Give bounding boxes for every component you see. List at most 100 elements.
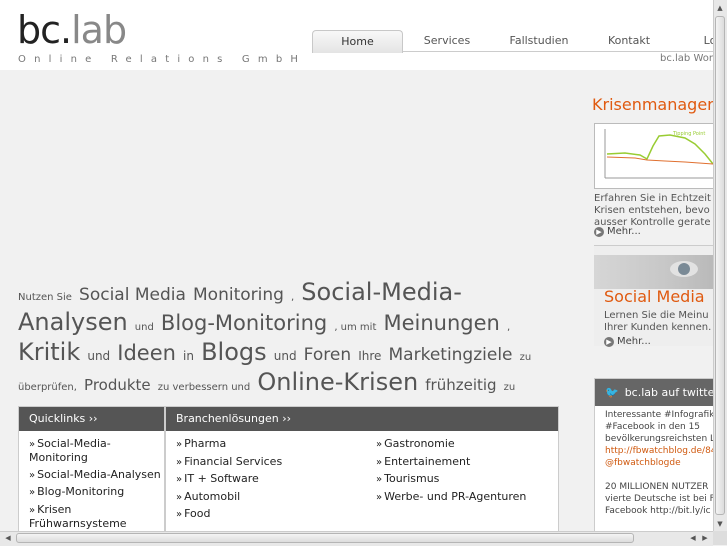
branchen-title[interactable]: Branchenlösungen ››: [166, 407, 558, 431]
tag-cloud-word[interactable]: Kritik: [18, 338, 80, 366]
branchen-item[interactable]: » Automobil: [176, 490, 282, 504]
tag-cloud-word[interactable]: Ideen: [117, 341, 176, 365]
double-chevron-icon: »: [376, 491, 383, 503]
tab-fallstudien[interactable]: Fallstudien: [504, 30, 574, 52]
scroll-left-icon[interactable]: ◀: [687, 532, 699, 544]
tag-cloud-word: zu: [503, 382, 516, 393]
double-chevron-icon: »: [29, 439, 36, 450]
double-chevron-icon: »: [376, 474, 383, 485]
quicklink-item[interactable]: » Blog-Monitoring: [29, 485, 164, 499]
arrow-right-icon: ▶: [594, 227, 604, 237]
twitter-title[interactable]: 🐦 bc.lab auf twitter: [595, 379, 713, 406]
tweet-line: #Facebook in den 15: [605, 422, 701, 432]
double-chevron-icon: »: [176, 474, 183, 485]
sub-nav-link[interactable]: bc.lab Wor: [660, 53, 713, 64]
tab-services[interactable]: Services: [414, 30, 480, 52]
scrollbar-corner: [713, 531, 727, 545]
tag-cloud-word[interactable]: Social Media: [79, 285, 186, 305]
social-media-title[interactable]: Social Media: [604, 287, 705, 306]
double-chevron-icon: »: [29, 504, 36, 516]
tag-cloud-word: und: [273, 349, 297, 363]
double-chevron-icon: »: [376, 456, 383, 468]
page: bc.lab Online Relations GmbH Home Servic…: [0, 0, 713, 531]
tweet-line: [605, 469, 713, 481]
logo[interactable]: bc.lab: [17, 10, 127, 50]
quicklink-item[interactable]: » Social-Media-Analysen: [29, 468, 164, 482]
krisen-mehr-link[interactable]: ▶ Mehr...: [594, 226, 641, 237]
branchen-item[interactable]: » Gastronomie: [376, 437, 526, 451]
branchen-item[interactable]: » Pharma: [176, 437, 282, 451]
tag-cloud-word[interactable]: Monitoring: [193, 285, 284, 305]
tag-cloud-word[interactable]: Produkte: [84, 376, 151, 394]
tag-cloud-word[interactable]: frühzeitig: [425, 376, 496, 394]
horizontal-scroll-thumb[interactable]: [16, 533, 634, 543]
tab-home[interactable]: Home: [312, 30, 403, 53]
social-text-1: Lernen Sie die Meinu: [604, 310, 709, 321]
tag-cloud-word: und: [87, 349, 111, 363]
tag-cloud-word: Ihre: [358, 349, 382, 363]
krisen-title[interactable]: Krisenmanager: [592, 95, 713, 114]
eye-image: [594, 255, 713, 289]
tab-login[interactable]: Lo: [700, 30, 713, 52]
quicklink-item[interactable]: » Krisen Frühwarnsysteme: [29, 503, 164, 530]
quicklinks-title[interactable]: Quicklinks ››: [19, 407, 164, 431]
branchen-item[interactable]: » Food: [176, 507, 282, 521]
double-chevron-icon: »: [376, 439, 383, 450]
header: bc.lab Online Relations GmbH Home Servic…: [0, 0, 713, 70]
branchen-item[interactable]: » Financial Services: [176, 455, 282, 469]
link-tables: Quicklinks ›› » Social-Media-Monitoring» S…: [18, 406, 559, 531]
branchen-list-2: » Gastronomie » Entertainement » Tourismus » We…: [366, 431, 526, 507]
branchen-item[interactable]: » Entertainement: [376, 455, 526, 469]
double-chevron-icon: »: [29, 487, 36, 498]
krisen-text-2: Krisen entstehen, bevo: [594, 205, 710, 216]
branchen-list-1: » Pharma » Financial Services » IT + Software…: [166, 431, 282, 525]
quicklinks-box: Quicklinks ›› » Social-Media-Monitoring» S…: [18, 406, 165, 531]
quicklink-item[interactable]: » Social-Media-Monitoring: [29, 437, 164, 464]
chart-line-orange: [606, 156, 713, 165]
quicklinks-list: » Social-Media-Monitoring » Social-Media-An…: [19, 431, 164, 531]
tab-kontakt[interactable]: Kontakt: [602, 30, 656, 52]
social-mehr-link[interactable]: ▶ Mehr...: [604, 336, 651, 347]
twitter-bird-icon: 🐦: [605, 386, 619, 399]
tweet-line: bevölkerungsreichsten L: [605, 434, 713, 444]
double-chevron-icon: »: [176, 509, 183, 520]
double-chevron-icon: »: [29, 469, 36, 481]
double-chevron-icon: »: [176, 456, 183, 468]
chart-line-green: [606, 134, 713, 165]
branchen-item[interactable]: » Werbe- und PR-Agenturen: [376, 490, 526, 504]
tweet-line[interactable]: http://fbwatchblog.de/84: [605, 445, 713, 457]
branchen-item[interactable]: » IT + Software: [176, 472, 282, 486]
tweet-line: vierte Deutsche ist bei F: [605, 494, 713, 504]
double-chevron-icon: »: [176, 439, 183, 450]
tag-cloud-word[interactable]: Online-Krisen: [257, 368, 418, 396]
social-text-2: Ihrer Kunden kennen.: [604, 322, 712, 333]
tag-cloud-word: und: [134, 322, 154, 333]
tag-cloud-word: ,: [506, 322, 511, 333]
sidebar: Krisenmanager Tipping Point Erfahren Sie…: [592, 95, 713, 531]
tag-cloud-word[interactable]: Blogs: [201, 338, 267, 366]
vertical-scroll-thumb[interactable]: [715, 16, 725, 515]
scroll-down-icon[interactable]: ▼: [714, 518, 726, 530]
arrow-right-icon: ▶: [604, 337, 614, 347]
tag-cloud-word: , um mit: [334, 322, 377, 333]
tag-cloud-word: zu verbessern und: [157, 382, 251, 393]
tag-cloud-word[interactable]: Meinungen: [383, 311, 499, 335]
krisen-chart: Tipping Point: [594, 123, 713, 189]
tag-cloud-word: Nutzen Sie: [18, 292, 72, 303]
tag-cloud-word[interactable]: Foren: [304, 345, 351, 365]
tweet-line: 20 MILLIONEN NUTZER: [605, 482, 709, 492]
tag-cloud-word: in: [183, 349, 194, 363]
tag-cloud-word: ,: [291, 292, 295, 303]
tweet-line[interactable]: @fbwatchblogde: [605, 457, 713, 469]
twitter-box: 🐦 bc.lab auf twitter Interessante #Infogr…: [594, 378, 713, 531]
eye-iris: [678, 263, 690, 275]
scroll-left-icon[interactable]: ◀: [2, 532, 14, 544]
tag-cloud-word[interactable]: Marketingziele: [389, 345, 513, 365]
tweet-line: Interessante #Infografik: [605, 410, 713, 420]
tag-cloud-word[interactable]: Blog-Monitoring: [161, 311, 327, 335]
tagline: Online Relations GmbH: [18, 54, 307, 65]
chart-label-tipping: Tipping Point: [672, 131, 705, 137]
scroll-up-icon[interactable]: ▲: [714, 2, 726, 14]
branchen-item[interactable]: » Tourismus: [376, 472, 526, 486]
scroll-right-icon[interactable]: ▶: [699, 532, 711, 544]
